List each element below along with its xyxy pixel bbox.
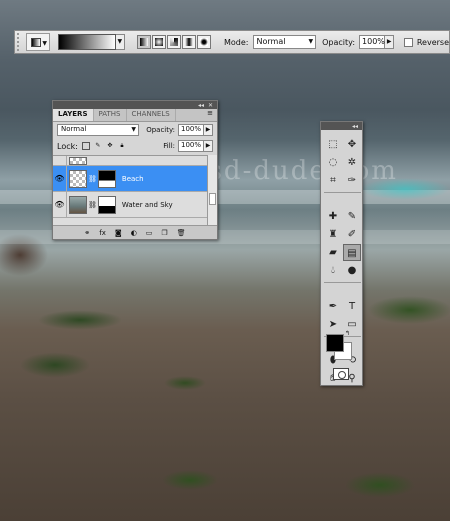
options-bar: ▼ ▼ Mode: Normal ▼ Opacity: 100% ▶ Rever… bbox=[14, 30, 450, 54]
layers-footer: ⚭ fx ◙ ◐ ▭ ❐ 🗑︎ bbox=[53, 225, 217, 239]
layer-mask-thumbnail[interactable] bbox=[97, 169, 116, 188]
tool-preset-picker[interactable]: ▼ bbox=[25, 33, 51, 51]
gradient-type-group bbox=[137, 35, 212, 49]
gradient-picker[interactable] bbox=[58, 34, 116, 50]
layer-name: Water and Sky bbox=[121, 200, 173, 209]
lock-paint-icon[interactable]: ✎ bbox=[94, 142, 102, 150]
document-canvas[interactable]: www.psd-dude.com bbox=[0, 0, 450, 521]
type-tool-icon[interactable]: T bbox=[343, 298, 361, 315]
blur-tool-icon[interactable]: 💧︎ bbox=[324, 262, 342, 279]
gradient-tool-icon bbox=[30, 38, 41, 47]
pen-tool-icon[interactable]: ✒ bbox=[324, 298, 342, 315]
gradient-picker-dropdown[interactable]: ▼ bbox=[115, 34, 125, 50]
new-group-icon[interactable]: ▭ bbox=[146, 229, 153, 237]
link-icon: ⛓︎ bbox=[88, 200, 97, 209]
lock-move-icon[interactable]: ✥ bbox=[106, 142, 114, 150]
layer-row-beach[interactable]: 👁︎ ⛓︎ Beach bbox=[53, 166, 209, 192]
diamond-gradient-button[interactable] bbox=[197, 35, 211, 49]
lock-row: Lock: ✎ ✥ 🔒︎ Fill: 100% ▶ bbox=[53, 138, 217, 154]
layer-thumbnail bbox=[69, 156, 87, 165]
blend-mode-select[interactable]: Normal ▼ bbox=[57, 124, 139, 136]
history-brush-tool-icon[interactable]: ✐ bbox=[343, 226, 361, 243]
opacity-input[interactable]: 100% bbox=[359, 35, 386, 49]
lock-all-icon[interactable]: 🔒︎ bbox=[118, 142, 126, 150]
gradient-tool-icon[interactable]: ▤ bbox=[343, 244, 361, 261]
link-layers-icon[interactable]: ⚭ bbox=[84, 229, 90, 237]
layers-list: 👁︎ ⛓︎ Beach 👁︎ ⛓︎ Water and Sky bbox=[53, 155, 209, 225]
crop-tool-icon[interactable]: ⌗ bbox=[324, 172, 342, 189]
fill-slider-button[interactable]: ▶ bbox=[204, 140, 213, 152]
panel-menu-icon[interactable]: ≡ bbox=[203, 109, 217, 121]
eraser-tool-icon[interactable]: ▰ bbox=[324, 244, 342, 261]
visibility-toggle[interactable] bbox=[53, 156, 67, 165]
foreground-color-swatch[interactable] bbox=[326, 334, 344, 352]
layer-name: Beach bbox=[121, 174, 144, 183]
opacity-slider-button[interactable]: ▶ bbox=[385, 35, 395, 49]
brush-tool-icon[interactable]: ✎ bbox=[343, 208, 361, 225]
tools-panel: ◂◂ ⬚ ✥ ◌ ✲ ⌗ ✑ ✚ ✎ ♜ ✐ ▰ ▤ 💧︎ ● ✒ T ➤ ▭ … bbox=[320, 121, 363, 386]
reverse-label: Reverse bbox=[416, 37, 449, 47]
tab-layers[interactable]: LAYERS bbox=[53, 109, 94, 121]
layer-thumbnail bbox=[69, 195, 87, 214]
layer-mask-thumbnail[interactable] bbox=[97, 195, 116, 214]
eye-icon[interactable]: 👁︎ bbox=[53, 192, 67, 217]
healing-brush-tool-icon[interactable]: ✚ bbox=[324, 208, 342, 225]
path-selection-tool-icon[interactable]: ➤ bbox=[324, 316, 342, 333]
scroll-thumb[interactable] bbox=[209, 193, 216, 205]
angle-gradient-button[interactable] bbox=[167, 35, 181, 49]
opacity-label: Opacity: bbox=[322, 37, 356, 47]
mode-label: Mode: bbox=[224, 37, 249, 47]
adjustment-layer-icon[interactable]: ◐ bbox=[131, 229, 137, 237]
reflected-gradient-button[interactable] bbox=[182, 35, 196, 49]
close-icon[interactable]: ✕ bbox=[208, 102, 213, 109]
lock-transparent-icon[interactable] bbox=[81, 142, 90, 150]
layers-panel: ◂◂ ✕ LAYERS PATHS CHANNELS ≡ Normal ▼ Op… bbox=[52, 100, 218, 240]
linear-gradient-button[interactable] bbox=[137, 35, 151, 49]
quick-mask-icon[interactable] bbox=[333, 368, 349, 380]
fill-input[interactable]: 100% bbox=[178, 140, 204, 152]
tab-channels[interactable]: CHANNELS bbox=[127, 109, 176, 121]
options-bar-grip[interactable] bbox=[17, 33, 22, 51]
mode-select-value: Normal bbox=[256, 37, 286, 46]
link-icon: ⛓︎ bbox=[88, 174, 97, 183]
eye-icon[interactable]: 👁︎ bbox=[53, 166, 67, 191]
magic-wand-tool-icon[interactable]: ✲ bbox=[343, 154, 361, 171]
layer-row[interactable] bbox=[53, 156, 209, 166]
eyedropper-tool-icon[interactable]: ✑ bbox=[343, 172, 361, 189]
lasso-tool-icon[interactable]: ◌ bbox=[324, 154, 342, 171]
collapse-icon[interactable]: ◂◂ bbox=[352, 123, 358, 130]
swap-colors-icon[interactable]: ↰ bbox=[345, 330, 350, 337]
add-mask-icon[interactable]: ◙ bbox=[115, 229, 122, 237]
chevron-down-icon: ▼ bbox=[131, 126, 136, 133]
layer-opacity-label: Opacity: bbox=[146, 126, 175, 134]
layer-style-icon[interactable]: fx bbox=[99, 229, 106, 237]
layer-opacity-input[interactable]: 100% bbox=[178, 124, 204, 136]
layer-row-water-and-sky[interactable]: 👁︎ ⛓︎ Water and Sky bbox=[53, 192, 209, 218]
panel-titlebar[interactable]: ◂◂ ✕ bbox=[53, 101, 217, 109]
chevron-down-icon: ▼ bbox=[42, 40, 48, 47]
layer-opacity-slider-button[interactable]: ▶ bbox=[204, 124, 213, 136]
delete-layer-icon[interactable]: 🗑︎ bbox=[177, 229, 186, 237]
tool-separator bbox=[324, 282, 361, 283]
move-tool-icon[interactable]: ✥ bbox=[343, 136, 361, 153]
fill-label: Fill: bbox=[163, 142, 175, 150]
marquee-tool-icon[interactable]: ⬚ bbox=[324, 136, 342, 153]
blend-mode-value: Normal bbox=[61, 125, 87, 133]
blend-row: Normal ▼ Opacity: 100% ▶ bbox=[53, 122, 217, 138]
collapse-icon[interactable]: ◂◂ bbox=[198, 102, 204, 109]
radial-gradient-button[interactable] bbox=[152, 35, 166, 49]
layers-scrollbar[interactable] bbox=[207, 155, 217, 225]
tab-paths[interactable]: PATHS bbox=[94, 109, 127, 121]
tools-titlebar[interactable]: ◂◂ bbox=[321, 122, 362, 130]
clone-stamp-tool-icon[interactable]: ♜ bbox=[324, 226, 342, 243]
layer-thumbnail bbox=[69, 169, 87, 188]
new-layer-icon[interactable]: ❐ bbox=[161, 229, 167, 237]
panel-tabs: LAYERS PATHS CHANNELS ≡ bbox=[53, 109, 217, 122]
tool-separator bbox=[324, 192, 361, 193]
lock-label: Lock: bbox=[57, 141, 78, 151]
chevron-down-icon: ▼ bbox=[308, 38, 314, 45]
dodge-tool-icon[interactable]: ● bbox=[343, 262, 361, 279]
mode-select[interactable]: Normal ▼ bbox=[252, 35, 317, 49]
reverse-checkbox[interactable] bbox=[404, 37, 413, 47]
